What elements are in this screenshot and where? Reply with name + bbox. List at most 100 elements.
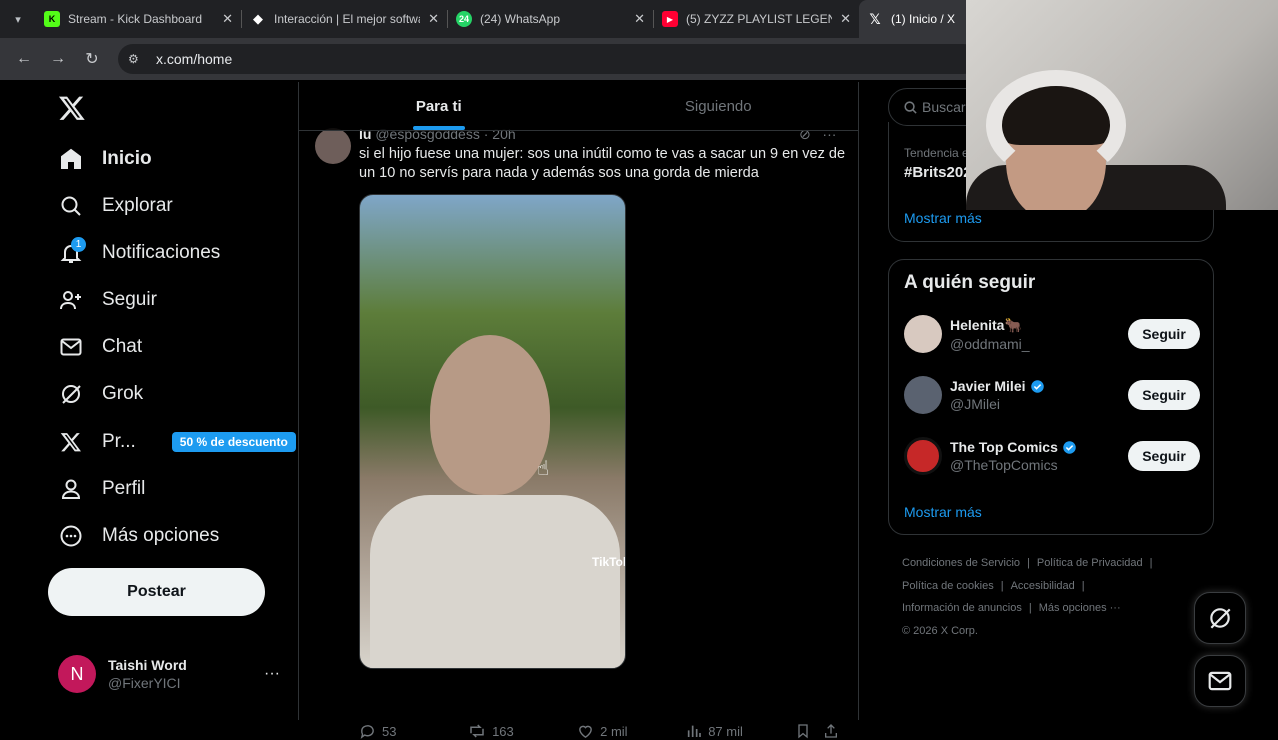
tab-title: (5) ZYZZ PLAYLIST LEGEND 2 <box>686 12 833 26</box>
close-tab-icon[interactable]: ✕ <box>222 11 233 27</box>
sidebar-item-explorar[interactable]: Explorar <box>58 186 173 226</box>
tab-title: (24) WhatsApp <box>480 12 561 26</box>
close-tab-icon[interactable]: ✕ <box>634 11 645 27</box>
webcam-overlay <box>966 0 1278 210</box>
footer-link[interactable]: Política de Privacidad <box>1037 557 1143 569</box>
tab-title: (1) Inicio / X <box>891 12 956 26</box>
browser-tab-active[interactable]: 𝕏 (1) Inicio / X <box>859 0 979 38</box>
show-more-link[interactable]: Mostrar más <box>904 504 982 520</box>
browser-tab[interactable]: ▶ (5) ZYZZ PLAYLIST LEGEND 2 ✕ <box>654 0 859 38</box>
follow-suggestion[interactable]: Javier Milei @JMilei Seguir <box>904 373 1200 417</box>
browser-tab[interactable]: 24 (24) WhatsApp ✕ <box>448 0 653 38</box>
reply-count: 53 <box>382 723 397 739</box>
footer-link[interactable]: Accesibilidad <box>1011 580 1075 592</box>
close-tab-icon[interactable]: ✕ <box>428 11 439 27</box>
footer-link[interactable]: Más opciones ··· <box>1039 602 1121 614</box>
tab-title: Stream - Kick Dashboard <box>68 12 203 26</box>
repost-button[interactable]: 163 <box>468 722 577 740</box>
share-icon[interactable] <box>823 723 845 739</box>
avatar: N <box>58 655 96 693</box>
account-switcher[interactable]: N Taishi Word @FixerYICI ··· <box>58 655 280 693</box>
discount-badge[interactable]: 50 % de descuento <box>171 432 296 452</box>
add-user-icon <box>58 287 84 313</box>
messages-float-button[interactable] <box>1194 655 1246 707</box>
video-frame-shirt <box>370 495 620 668</box>
sidebar-item-notificaciones[interactable]: 1 Notificaciones <box>58 233 220 273</box>
user-handle: @JMilei <box>950 396 1000 412</box>
site-settings-icon[interactable]: ⚙ <box>128 52 144 66</box>
verified-badge-icon <box>1063 440 1076 454</box>
footer-link[interactable]: Política de cookies <box>902 580 994 592</box>
sidebar-item-chat[interactable]: Chat <box>58 327 142 367</box>
reload-icon[interactable]: ↻ <box>78 45 106 73</box>
grok-icon <box>58 381 84 407</box>
x-logo-icon[interactable] <box>58 94 86 122</box>
grok-icon <box>1210 608 1231 629</box>
panel-title: A quién seguir <box>904 272 1036 293</box>
person-icon <box>58 476 84 502</box>
browser-tab[interactable]: ◆ Interacción | El mejor software de... … <box>242 0 447 38</box>
grok-float-button[interactable] <box>1194 592 1246 644</box>
sidebar-item-seguir[interactable]: Seguir <box>58 280 157 320</box>
close-tab-icon[interactable]: ✕ <box>840 11 851 27</box>
views-icon <box>688 725 702 737</box>
back-icon[interactable]: ← <box>10 45 38 73</box>
mail-icon <box>1208 671 1232 691</box>
sidebar-item-perfil[interactable]: Perfil <box>58 469 145 509</box>
post-button[interactable]: Postear <box>48 568 265 616</box>
notification-badge: 1 <box>71 237 86 252</box>
follow-button[interactable]: Seguir <box>1128 319 1200 349</box>
search-icon <box>904 100 917 114</box>
trend-name[interactable]: #Brits202 <box>904 164 972 181</box>
video-frame-face <box>430 335 550 495</box>
tab-siguiendo[interactable]: Siguiendo <box>579 82 859 130</box>
sidebar-item-mas-opciones[interactable]: Más opciones <box>58 516 219 556</box>
tweet-video[interactable]: TikTok <box>359 194 626 669</box>
forward-icon[interactable]: → <box>44 45 72 73</box>
reply-button[interactable]: 53 <box>359 723 468 740</box>
search-placeholder: Buscar <box>922 99 966 115</box>
follow-suggestion[interactable]: Helenita🐂 @oddmami_ Seguir <box>904 312 1200 356</box>
sidebar-item-label: Más opciones <box>102 525 220 546</box>
user-handle: @TheTopComics <box>950 457 1058 473</box>
like-count: 2 mil <box>600 723 628 739</box>
sidebar-item-grok[interactable]: Grok <box>58 374 143 414</box>
account-name: Taishi Word <box>108 657 187 673</box>
tab-search-button[interactable]: ▾ <box>0 0 36 38</box>
show-more-link[interactable]: Mostrar más <box>904 210 982 226</box>
like-button[interactable]: 2 mil <box>577 723 686 740</box>
sidebar-item-label: Seguir <box>102 289 157 310</box>
reply-icon <box>360 724 374 739</box>
follow-button[interactable]: Seguir <box>1128 380 1200 410</box>
url-input[interactable]: ⚙ x.com/home <box>118 44 978 74</box>
avatar[interactable] <box>904 437 942 475</box>
heart-icon <box>579 725 593 738</box>
bookmark-icon[interactable] <box>795 723 823 739</box>
follow-button[interactable]: Seguir <box>1128 441 1200 471</box>
browser-tab[interactable]: K Stream - Kick Dashboard ✕ <box>36 0 241 38</box>
view-count: 87 mil <box>708 723 743 739</box>
sidebar-item-label: Inicio <box>102 148 152 169</box>
sidebar-item-label: Grok <box>102 383 144 404</box>
sidebar-item-label: Explorar <box>102 195 173 216</box>
diamond-icon: ◆ <box>253 11 263 26</box>
who-to-follow-panel: A quién seguir Helenita🐂 @oddmami_ Segui… <box>888 259 1214 535</box>
user-handle: @oddmami_ <box>950 335 1030 352</box>
views-button[interactable]: 87 mil <box>686 723 795 739</box>
avatar[interactable] <box>315 128 351 164</box>
headphones-icon <box>986 70 1126 180</box>
footer-link[interactable]: Condiciones de Servicio <box>902 557 1020 569</box>
footer-link[interactable]: Información de anuncios <box>902 602 1022 614</box>
tweet-text: si el hijo fuese una mujer: sos una inút… <box>359 146 846 181</box>
mouse-cursor-icon: ☝ <box>537 458 550 480</box>
avatar[interactable] <box>904 376 942 414</box>
follow-suggestion[interactable]: The Top Comics @TheTopComics Seguir <box>904 434 1200 478</box>
avatar[interactable] <box>904 315 942 353</box>
verified-badge-icon <box>1030 379 1044 393</box>
more-icon[interactable]: ··· <box>264 665 280 683</box>
tab-para-ti[interactable]: Para ti <box>299 82 579 130</box>
sidebar-item-premium[interactable]: Pr... 50 % de descuento <box>58 422 296 462</box>
sidebar-item-inicio[interactable]: Inicio <box>58 139 152 179</box>
url-text: x.com/home <box>156 51 233 67</box>
sidebar-item-label: Notificaciones <box>102 242 221 263</box>
